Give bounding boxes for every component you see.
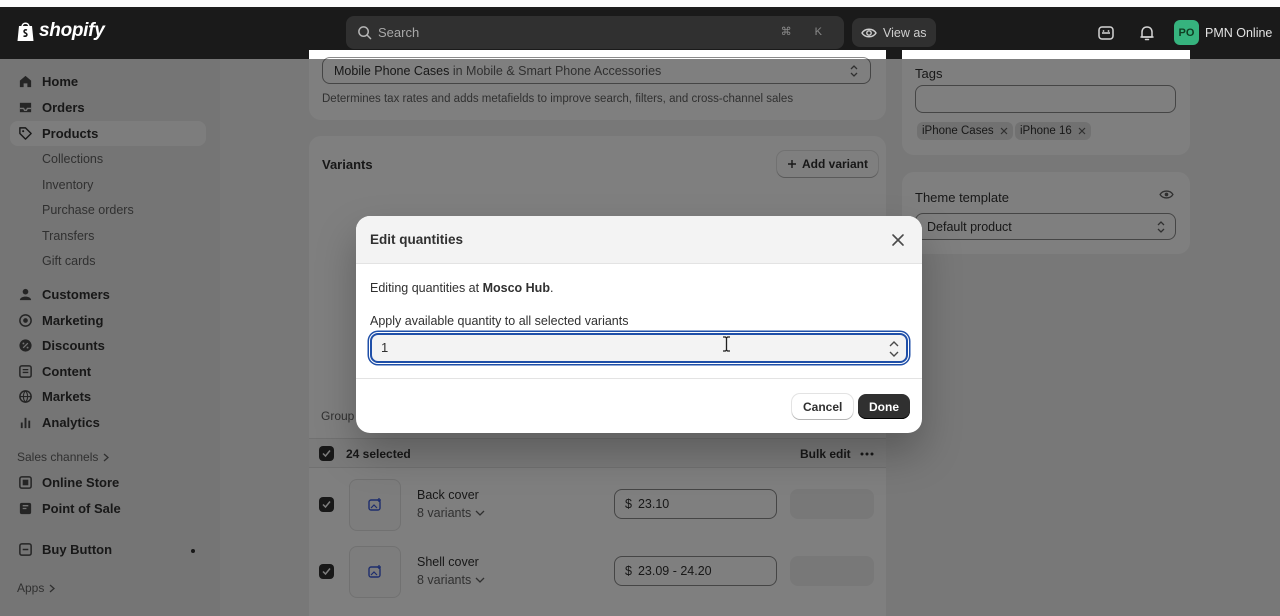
quantity-input[interactable] [381, 340, 861, 355]
view-as-button[interactable]: View as [852, 18, 936, 47]
location-name: Mosco Hub [482, 281, 550, 295]
quantity-label: Apply available quantity to all selected… [370, 314, 629, 328]
modal-title: Edit quantities [370, 232, 464, 247]
shopping-bag-icon [17, 22, 34, 41]
text-cursor-icon [723, 336, 730, 352]
avatar: PO [1174, 20, 1199, 45]
search-icon [358, 26, 372, 40]
modal-divider [356, 378, 922, 379]
done-button[interactable]: Done [858, 394, 910, 419]
search-bar[interactable]: ⌘ K [346, 16, 844, 49]
search-input[interactable] [378, 25, 758, 40]
quantity-field[interactable] [370, 333, 908, 363]
stepper-arrows-icon[interactable] [887, 338, 901, 360]
cancel-button[interactable]: Cancel [792, 394, 854, 419]
account-menu[interactable]: PO PMN Online [1174, 20, 1272, 45]
close-icon[interactable] [890, 232, 906, 248]
modal-description: Editing quantities at Mosco Hub. [370, 281, 553, 295]
edit-quantities-modal: Edit quantities Editing quantities at Mo… [356, 216, 922, 433]
search-shortcut: ⌘ K [780, 26, 832, 38]
top-strip [0, 0, 1280, 7]
shopify-logo[interactable]: shopify [16, 20, 105, 42]
logo-text: shopify [39, 20, 105, 41]
inbox-icon[interactable] [1097, 24, 1115, 42]
eye-icon [861, 28, 877, 37]
modal-description-prefix: Editing quantities at [370, 281, 480, 295]
bell-icon[interactable] [1138, 24, 1156, 42]
store-name: PMN Online [1205, 25, 1273, 40]
view-as-label: View as [883, 25, 927, 40]
modal-description-suffix: . [549, 281, 554, 295]
